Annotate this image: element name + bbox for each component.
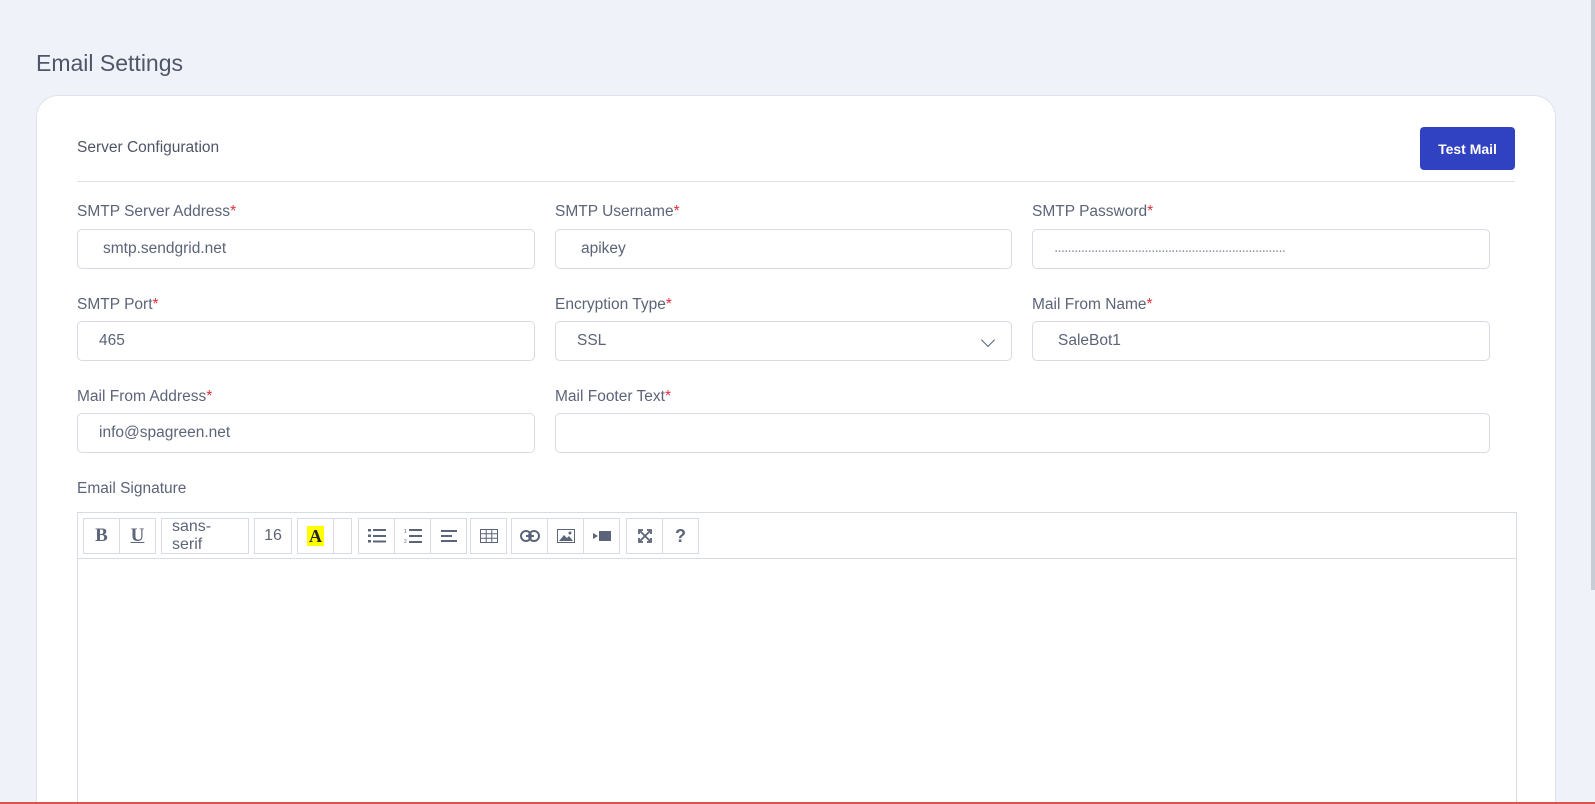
align-icon — [440, 530, 457, 542]
paragraph-group: 12 — [358, 518, 467, 554]
highlight-icon: A — [307, 526, 324, 546]
smtp-username-label: SMTP Username* — [555, 203, 680, 220]
ordered-list-icon: 12 — [404, 529, 422, 544]
style-group: B U — [83, 518, 156, 554]
highlight-button[interactable]: A — [297, 518, 334, 554]
color-dropdown-button[interactable] — [333, 518, 352, 554]
underline-button[interactable]: U — [119, 518, 156, 554]
link-button[interactable] — [511, 518, 548, 554]
page-title: Email Settings — [36, 50, 184, 76]
svg-text:1: 1 — [404, 529, 407, 535]
smtp-port-label: SMTP Port* — [77, 296, 159, 313]
help-button[interactable]: ? — [662, 518, 699, 554]
mail-footer-text-input[interactable] — [555, 413, 1490, 453]
encryption-type-select[interactable]: SSL — [555, 321, 1012, 361]
misc-group: ? — [626, 518, 699, 554]
table-icon — [479, 529, 498, 543]
unordered-list-button[interactable] — [358, 518, 395, 554]
smtp-username-input[interactable]: apikey — [555, 229, 1012, 269]
mail-from-address-label: Mail From Address* — [77, 388, 213, 405]
svg-text:2: 2 — [404, 539, 407, 544]
video-icon — [592, 531, 611, 541]
chevron-down-icon — [980, 332, 996, 348]
fullscreen-button[interactable] — [626, 518, 663, 554]
mail-from-name-label: Mail From Name* — [1032, 296, 1153, 313]
test-mail-button[interactable]: Test Mail — [1420, 127, 1515, 170]
encryption-type-value: SSL — [577, 332, 607, 349]
bold-button[interactable]: B — [83, 518, 120, 554]
section-heading: Server Configuration — [77, 139, 220, 156]
mail-footer-text-label: Mail Footer Text* — [555, 388, 672, 405]
color-group: A — [297, 518, 352, 554]
table-button[interactable] — [470, 518, 507, 554]
unordered-list-icon — [367, 529, 386, 543]
smtp-port-input[interactable]: 465 — [77, 321, 535, 361]
ordered-list-button[interactable]: 12 — [394, 518, 431, 554]
email-signature-label: Email Signature — [77, 480, 187, 497]
insert-group — [511, 518, 620, 554]
mail-from-name-input[interactable]: SaleBot1 — [1032, 321, 1490, 361]
font-size-group: 16 — [254, 518, 292, 554]
encryption-type-label: Encryption Type* — [555, 296, 672, 313]
fullscreen-icon — [637, 529, 652, 543]
smtp-password-label: SMTP Password* — [1032, 203, 1154, 220]
card-header: Server Configuration Test Mail — [77, 96, 1515, 182]
font-size-dropdown[interactable]: 16 — [254, 518, 292, 554]
underline-icon: U — [130, 525, 145, 546]
smtp-password-input[interactable]: ․․․․․․․․․․․․․․․․․․․․․․․․․․․․․․․․․․․․․․․․… — [1032, 229, 1490, 269]
font-family-group: sans-serif — [161, 518, 249, 554]
email-signature-editor: B U sans-serif 16 A 12 ? — [77, 512, 1517, 804]
smtp-server-label: SMTP Server Address* — [77, 203, 237, 220]
image-icon — [556, 529, 575, 543]
server-configuration-card: Server Configuration Test Mail SMTP Serv… — [36, 95, 1556, 804]
mail-from-address-input[interactable]: info@spagreen.net — [77, 413, 535, 453]
bold-icon: B — [95, 525, 108, 546]
help-icon: ? — [675, 525, 686, 546]
editor-toolbar: B U sans-serif 16 A 12 ? — [78, 513, 1516, 559]
link-icon — [519, 530, 540, 542]
font-family-dropdown[interactable]: sans-serif — [161, 518, 249, 554]
editor-content-area[interactable] — [78, 559, 1516, 804]
video-button[interactable] — [583, 518, 620, 554]
align-button[interactable] — [430, 518, 467, 554]
table-group — [470, 518, 507, 554]
smtp-server-input[interactable]: smtp.sendgrid.net — [77, 229, 535, 269]
page-scrollbar[interactable] — [1591, 0, 1595, 590]
image-button[interactable] — [547, 518, 584, 554]
